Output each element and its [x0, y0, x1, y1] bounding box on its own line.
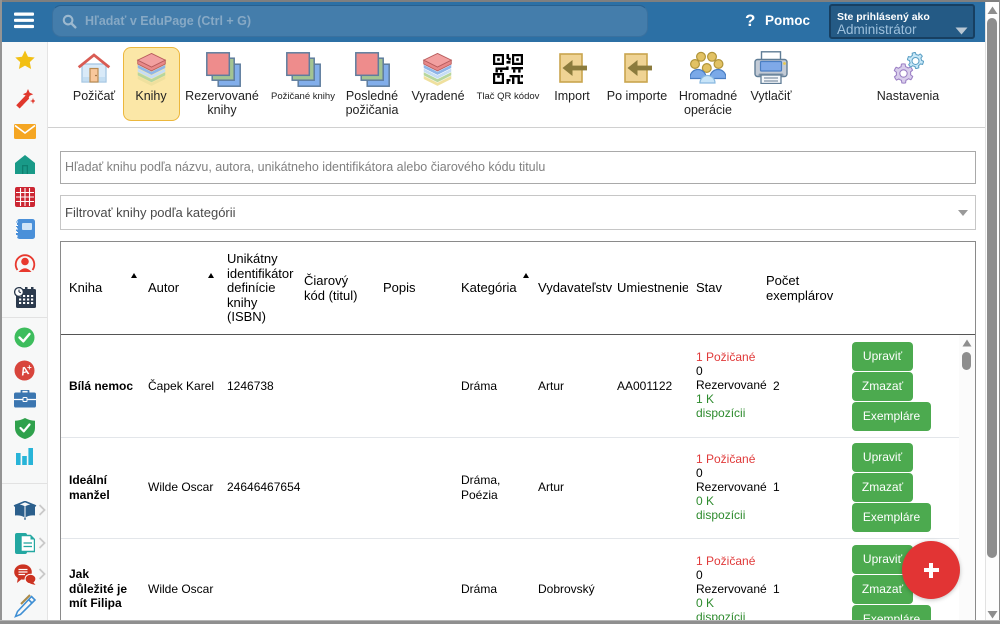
svg-text:+: + — [27, 363, 32, 372]
